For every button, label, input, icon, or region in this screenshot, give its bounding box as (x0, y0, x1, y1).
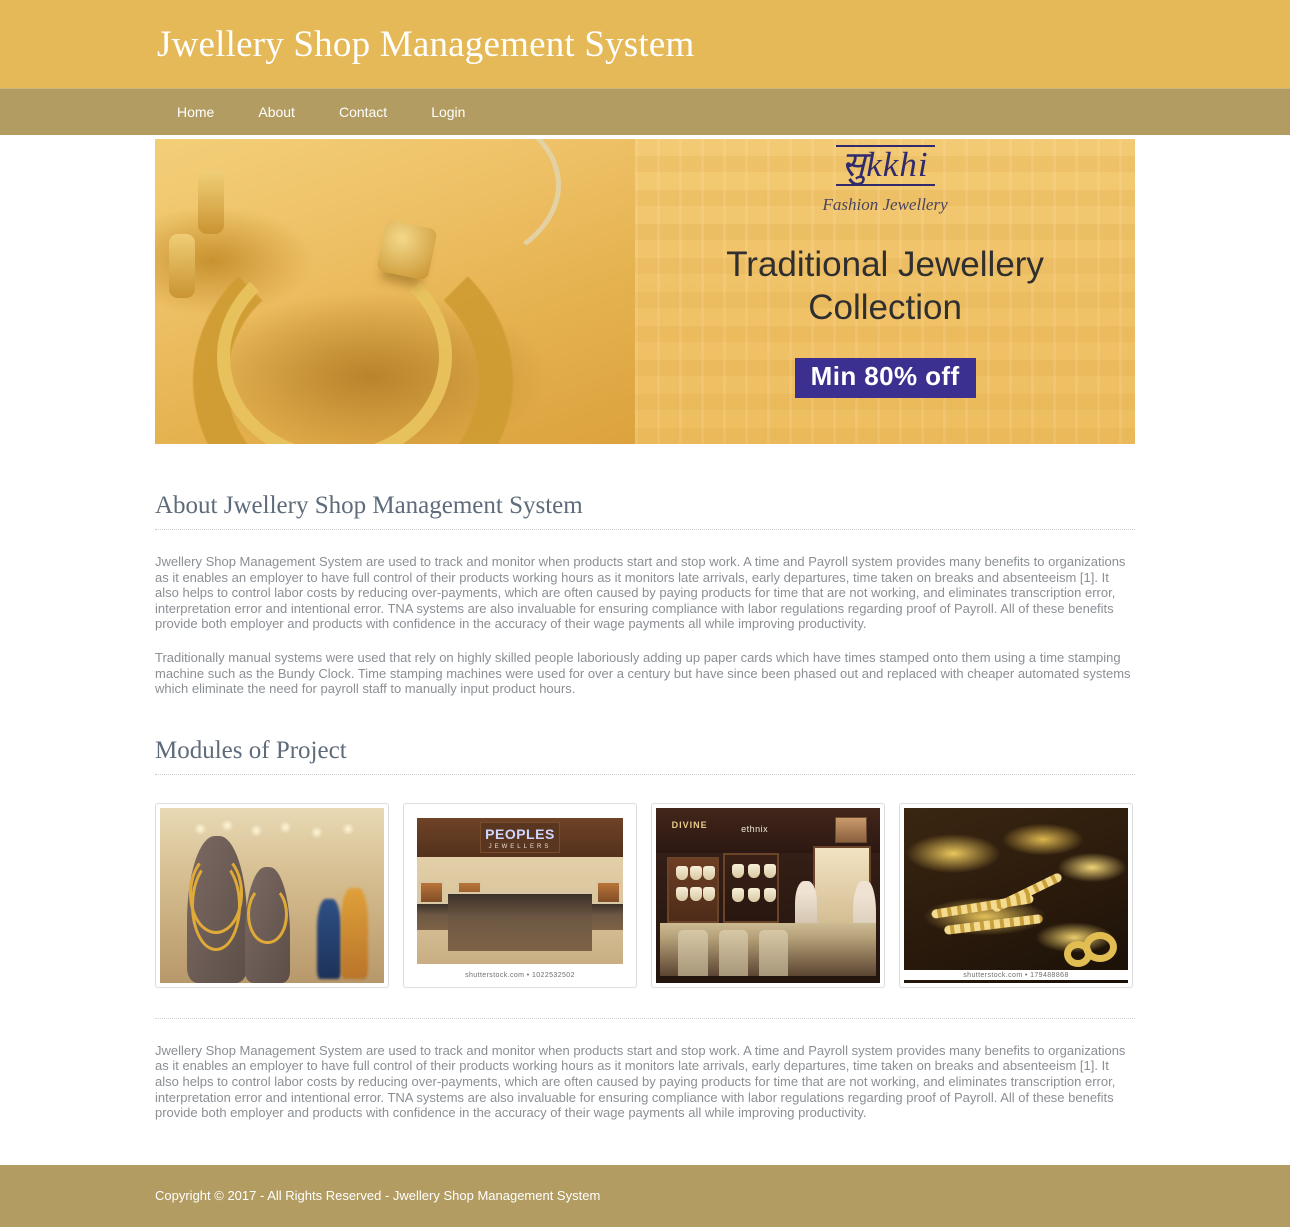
module-card-2[interactable]: PEOPLES JEWELLERS shutterstock.com • 102… (403, 802, 637, 988)
hero-banner: सुkkhi Fashion Jewellery Traditional Jew… (155, 139, 1135, 444)
banner-promo-panel: सुkkhi Fashion Jewellery Traditional Jew… (635, 139, 1135, 444)
nav-item-login[interactable]: Login (409, 89, 487, 135)
module-card-1[interactable] (155, 802, 389, 988)
page-title: Jwellery Shop Management System (157, 23, 695, 65)
earring-decoration-top (198, 169, 225, 234)
module-image-4-watermark: shutterstock.com • 179488868 (904, 969, 1128, 980)
about-paragraph-1: Jwellery Shop Management System are used… (155, 554, 1126, 632)
banner-headline: Traditional Jewellery Collection (726, 243, 1044, 330)
divine-logo-text: DIVINE (671, 820, 708, 830)
module-image-1 (160, 807, 384, 983)
ethnix-logo-text: ethnix (741, 823, 769, 834)
about-section-heading: About Jwellery Shop Management System (155, 492, 1135, 530)
main-navbar: Home About Contact Login (0, 88, 1290, 135)
nav-item-contact[interactable]: Contact (317, 89, 409, 135)
module-card-3[interactable]: DIVINE ethnix (651, 802, 885, 988)
content-container: सुkkhi Fashion Jewellery Traditional Jew… (155, 139, 1135, 1121)
module-card-4[interactable]: shutterstock.com • 179488868 (899, 802, 1133, 988)
module-image-2: PEOPLES JEWELLERS shutterstock.com • 102… (408, 807, 632, 983)
nav-item-home[interactable]: Home (155, 89, 236, 135)
modules-thumbnail-row: PEOPLES JEWELLERS shutterstock.com • 102… (155, 802, 1135, 988)
peoples-jewellers-sign: PEOPLES JEWELLERS (479, 821, 561, 854)
module-image-2-watermark: shutterstock.com • 1022532502 (408, 969, 632, 980)
offer-badge: Min 80% off (794, 357, 976, 398)
page-root: Jwellery Shop Management System Home Abo… (0, 0, 1290, 1227)
nav-item-about[interactable]: About (236, 89, 317, 135)
pendant-decoration (375, 219, 438, 282)
earring-decoration-left (169, 233, 196, 298)
store-sign-brand: PEOPLES (485, 825, 555, 842)
brand-subtitle: Fashion Jewellery (822, 194, 948, 214)
copyright-text: Copyright © 2017 - All Rights Reserved -… (155, 1187, 601, 1203)
module-image-4: shutterstock.com • 179488868 (904, 807, 1128, 983)
section-divider (155, 1017, 1135, 1019)
about-paragraph-2: Traditionally manual systems were used t… (155, 649, 1131, 697)
banner-jewellery-photo (155, 139, 636, 444)
module-image-3: DIVINE ethnix (656, 807, 880, 983)
bottom-paragraph: Jwellery Shop Management System are used… (155, 1042, 1126, 1121)
sukkhi-brand-logo: सुkkhi (835, 145, 935, 186)
store-sign-subtitle: JEWELLERS (488, 843, 552, 850)
modules-section-heading: Modules of Project (155, 737, 1135, 775)
site-header: Jwellery Shop Management System (0, 0, 1290, 88)
banner-headline-line2: Collection (808, 288, 962, 328)
banner-headline-line1: Traditional Jewellery (726, 244, 1044, 284)
site-footer: Copyright © 2017 - All Rights Reserved -… (0, 1164, 1290, 1227)
